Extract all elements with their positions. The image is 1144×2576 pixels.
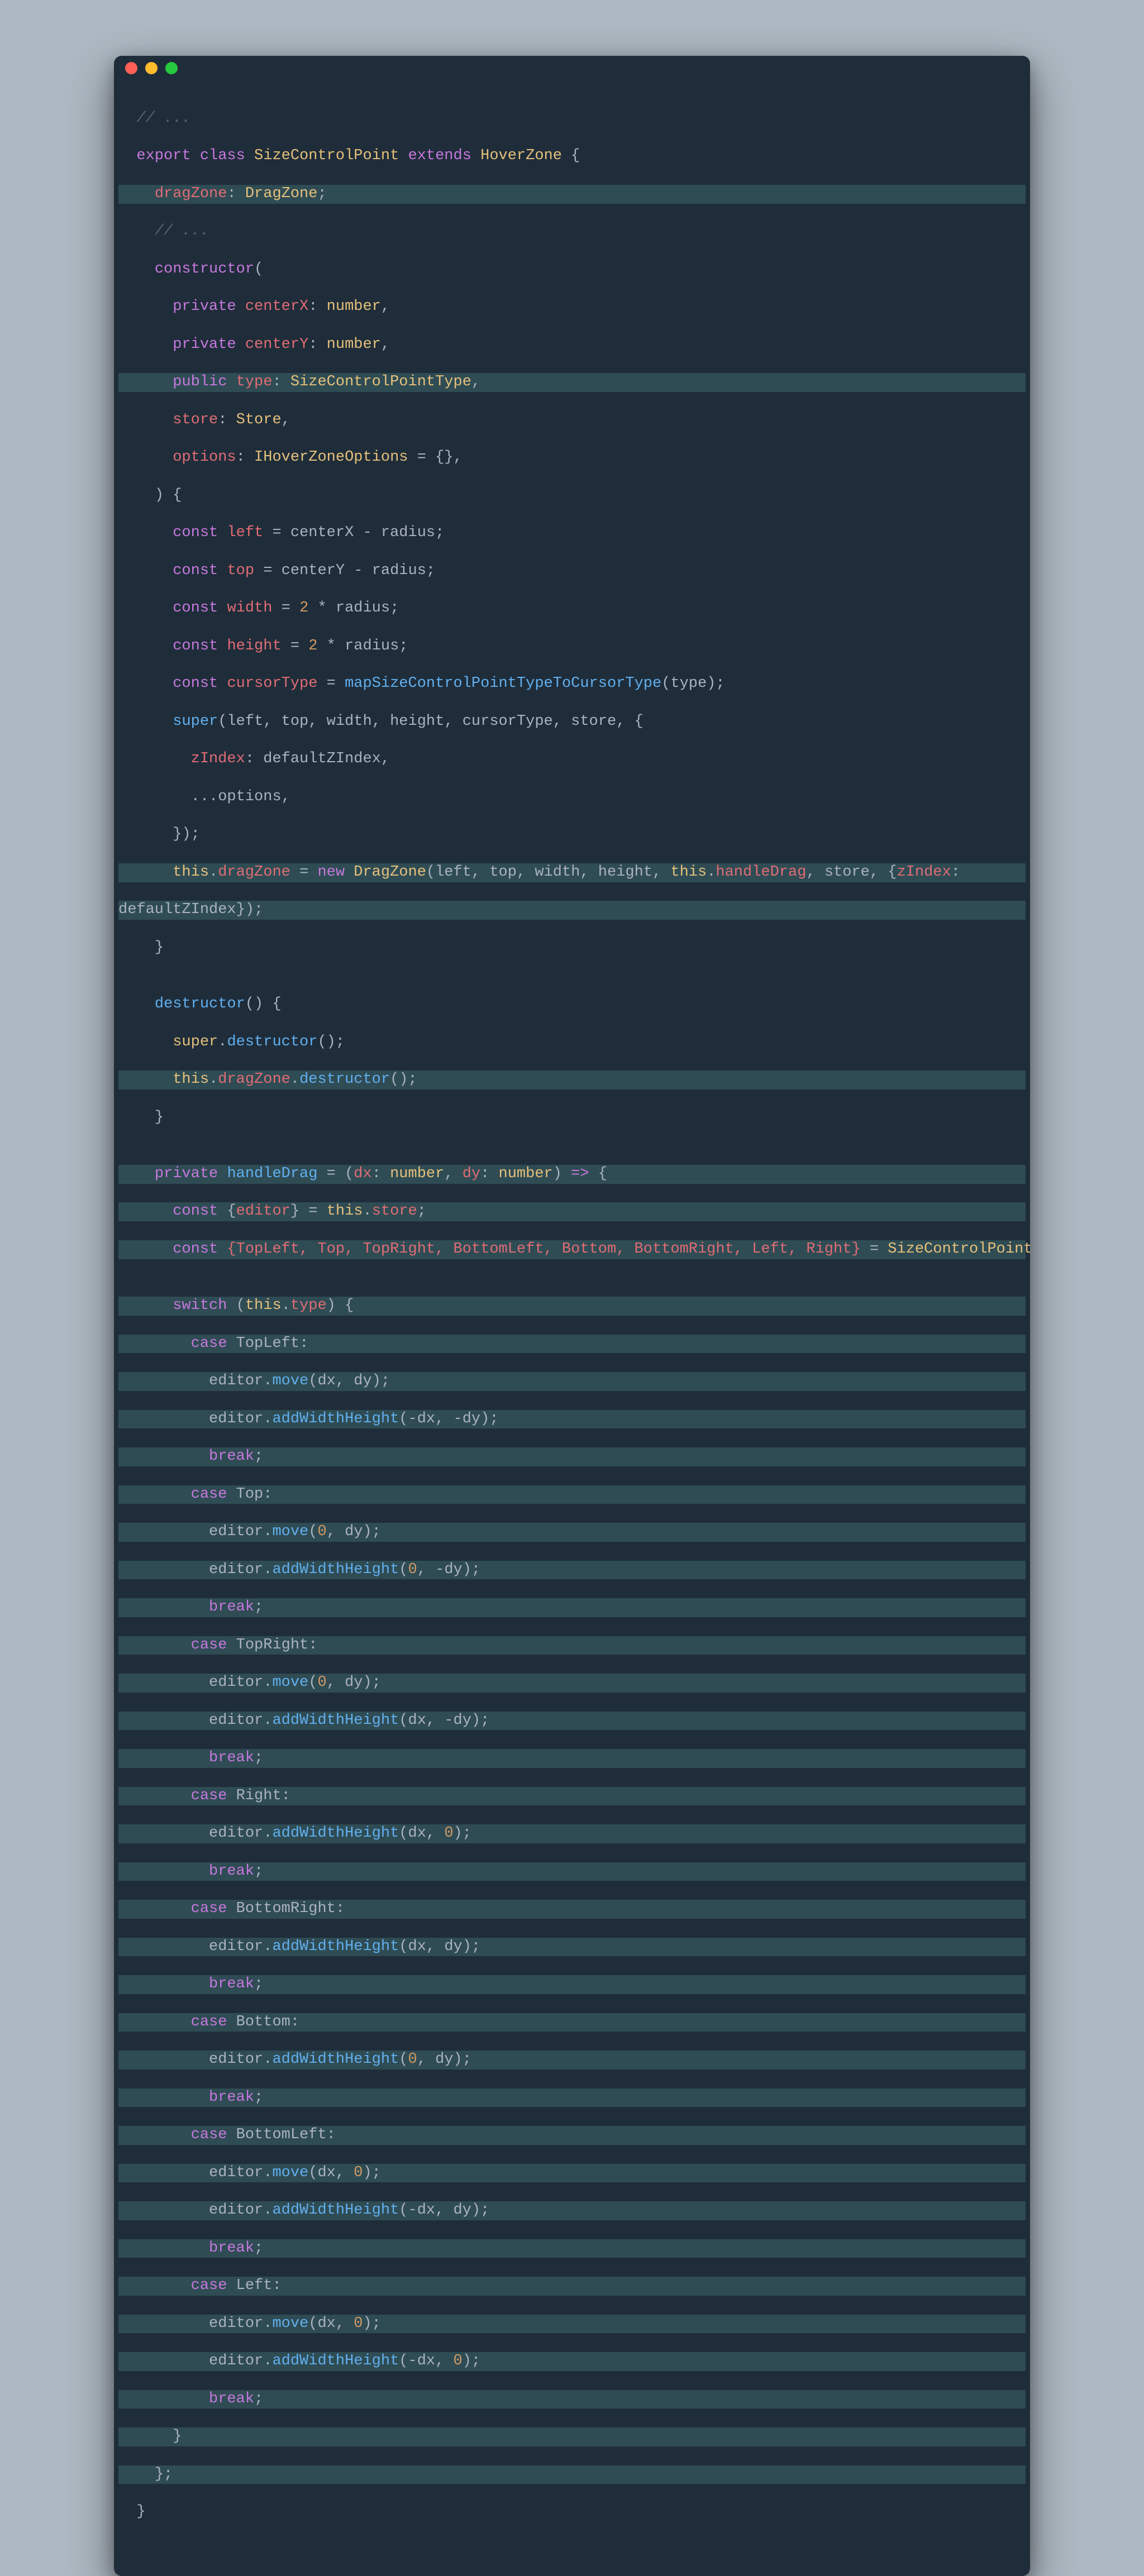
zoom-icon[interactable] [165, 62, 178, 74]
highlighted-method-block: private handleDrag = (dx: number, dy: nu… [118, 1165, 1026, 2503]
code-editor[interactable]: // ... export class SizeControlPoint ext… [114, 80, 1030, 2576]
close-icon[interactable] [125, 62, 137, 74]
code-window: // ... export class SizeControlPoint ext… [114, 56, 1030, 2576]
minimize-icon[interactable] [145, 62, 158, 74]
window-titlebar [114, 56, 1030, 80]
code-comment [118, 110, 136, 127]
